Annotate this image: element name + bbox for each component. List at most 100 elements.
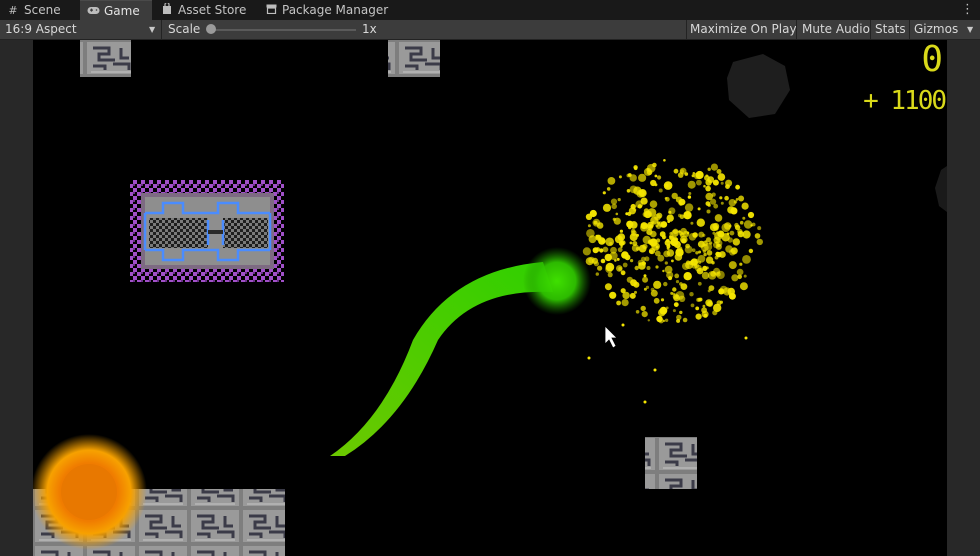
package-icon	[264, 1, 278, 21]
particle	[690, 221, 694, 225]
tab-scene-label: Scene	[24, 3, 61, 17]
particle	[695, 306, 700, 311]
particle	[716, 231, 719, 234]
particle	[664, 265, 673, 274]
particle	[614, 259, 617, 262]
particle	[706, 209, 711, 214]
particle	[647, 319, 650, 322]
particle	[618, 175, 622, 179]
particle	[710, 163, 719, 171]
game-viewport[interactable]: 0 + 1100	[33, 40, 947, 556]
particle	[621, 323, 625, 327]
particle	[687, 180, 696, 189]
particle-burst	[582, 159, 763, 404]
particle	[619, 229, 624, 233]
particle	[629, 174, 637, 182]
gizmos-toggle[interactable]: Gizmos	[914, 20, 958, 39]
particle	[724, 195, 729, 201]
particle	[737, 228, 743, 235]
particle	[697, 207, 701, 211]
particle	[698, 231, 705, 238]
toolbar-divider	[686, 20, 687, 39]
particle	[683, 211, 692, 220]
mute-audio-toggle[interactable]: Mute Audio	[802, 20, 870, 39]
particle	[720, 181, 724, 185]
particle	[665, 196, 670, 202]
particle	[739, 282, 748, 291]
particle	[666, 238, 670, 243]
particle	[747, 211, 755, 219]
particle	[672, 287, 677, 292]
particle	[663, 159, 666, 162]
particle	[684, 245, 693, 254]
game-view-toolbar: 16:9 Aspect ▼ Scale 1x Maximize On Play …	[0, 20, 980, 40]
particle	[650, 179, 657, 187]
stone-block	[645, 437, 697, 489]
gamepad-icon	[86, 2, 100, 22]
particle	[615, 212, 619, 216]
particle	[604, 283, 612, 291]
particle	[667, 220, 671, 224]
scale-slider-track[interactable]	[212, 29, 356, 31]
particle	[620, 240, 626, 246]
particle	[672, 292, 676, 296]
particle	[739, 220, 744, 225]
scale-slider-handle[interactable]	[206, 24, 216, 34]
particle	[660, 298, 665, 302]
particle	[671, 229, 679, 237]
aspect-dropdown-value: 16:9 Aspect	[5, 22, 77, 36]
particle	[646, 229, 653, 236]
particle	[641, 311, 648, 318]
particle	[720, 201, 724, 205]
particle	[679, 231, 684, 236]
particle	[638, 173, 647, 182]
particle	[697, 297, 702, 302]
aspect-dropdown[interactable]: 16:9 Aspect	[5, 20, 155, 39]
particle	[668, 276, 673, 281]
particle	[684, 203, 694, 212]
particle	[658, 318, 664, 324]
tab-package-manager[interactable]: Package Manager	[264, 0, 394, 20]
particle	[728, 199, 736, 207]
scale-label: Scale	[168, 22, 201, 36]
particle	[651, 221, 655, 224]
tab-scene[interactable]: # Scene	[6, 0, 72, 20]
particle	[730, 207, 738, 215]
particle	[683, 272, 692, 281]
particle	[663, 281, 668, 287]
particle	[588, 235, 597, 244]
particle	[673, 302, 679, 307]
particle	[690, 303, 695, 308]
particle	[674, 253, 683, 261]
player-ball	[523, 247, 591, 315]
particle	[748, 248, 754, 254]
particle	[621, 251, 629, 259]
particle	[640, 305, 646, 312]
particle	[713, 303, 722, 313]
particle	[695, 313, 702, 320]
particle	[643, 400, 647, 404]
particle	[701, 310, 709, 318]
maximize-on-play-toggle[interactable]: Maximize On Play	[690, 20, 797, 39]
particle	[587, 224, 591, 228]
tab-game[interactable]: Game	[80, 0, 152, 20]
particle	[687, 195, 692, 199]
particle	[714, 214, 723, 222]
particle	[617, 233, 626, 241]
gizmos-chevron-down-icon[interactable]: ▼	[967, 20, 973, 39]
particle	[664, 318, 669, 322]
particle	[703, 184, 706, 188]
particle	[697, 281, 702, 286]
particle	[609, 291, 617, 299]
more-options-icon[interactable]: ⋮	[961, 0, 974, 20]
toolbar-divider	[161, 20, 162, 39]
toolbar-divider	[870, 20, 871, 39]
particle	[705, 256, 714, 264]
particle	[719, 196, 723, 200]
particle	[664, 261, 668, 265]
particle	[676, 318, 681, 323]
mouse-cursor-icon	[604, 325, 618, 349]
particle	[743, 274, 747, 278]
tab-asset-store[interactable]: Asset Store	[160, 0, 255, 20]
stats-toggle[interactable]: Stats	[875, 20, 906, 39]
